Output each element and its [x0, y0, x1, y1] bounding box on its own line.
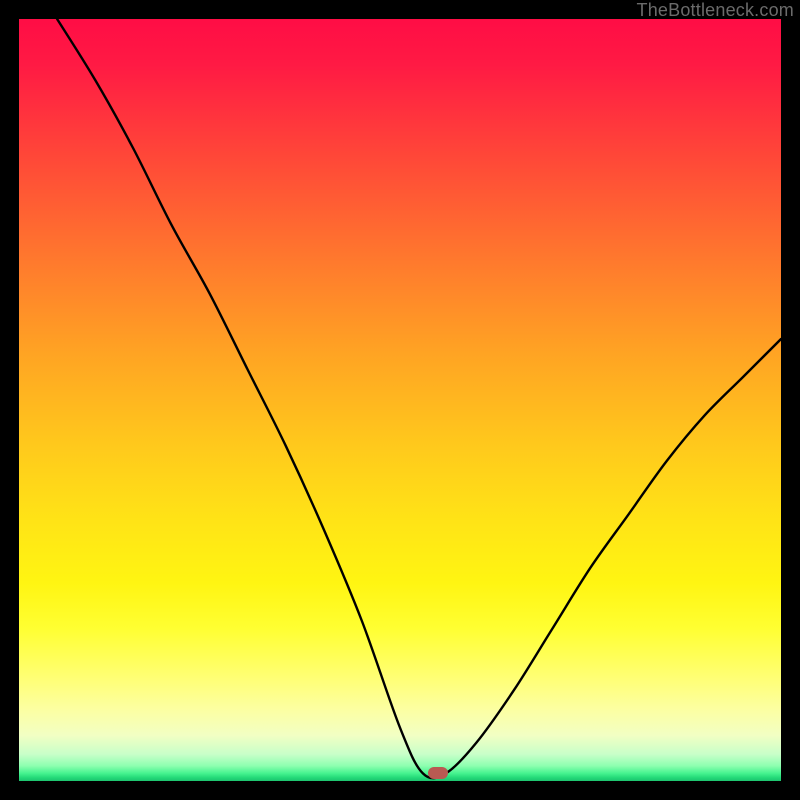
curve-layer — [19, 19, 781, 781]
bottleneck-curve — [57, 19, 781, 778]
current-config-marker — [428, 767, 448, 779]
chart-frame: TheBottleneck.com — [0, 0, 800, 800]
plot-area — [19, 19, 781, 781]
watermark-text: TheBottleneck.com — [637, 0, 794, 21]
